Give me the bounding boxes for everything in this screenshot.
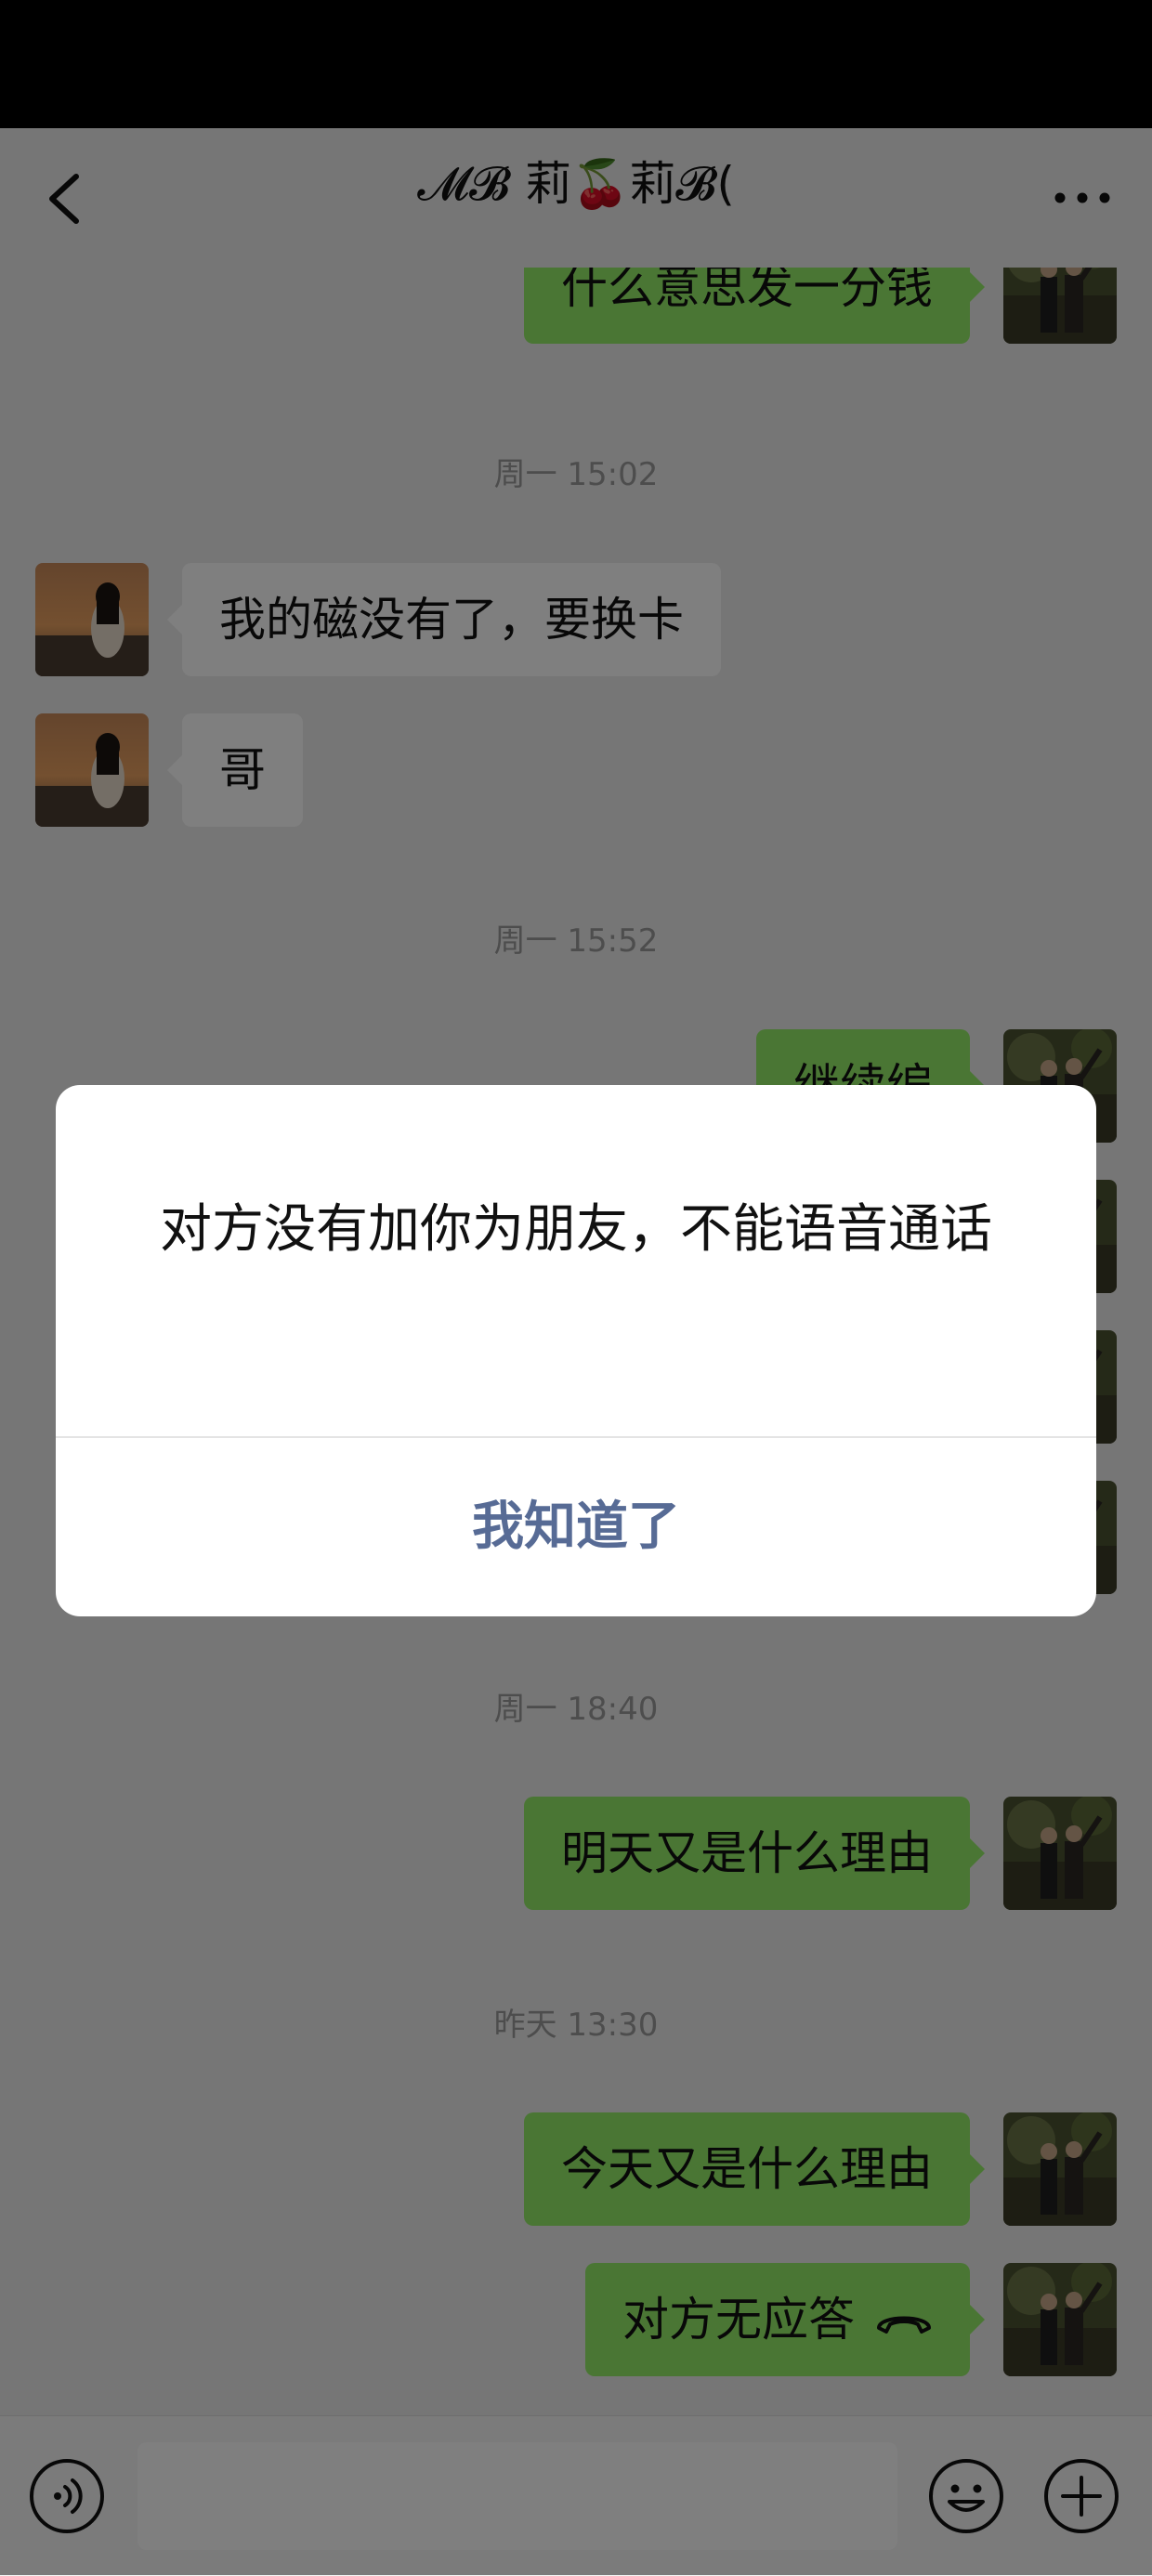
status-bar	[0, 0, 1152, 128]
dialog-message: 对方没有加你为朋友，不能语音通话	[160, 1199, 992, 1260]
alert-dialog: 对方没有加你为朋友，不能语音通话 我知道了	[56, 1085, 1096, 1616]
acknowledge-button[interactable]: 我知道了	[56, 1438, 1096, 1616]
